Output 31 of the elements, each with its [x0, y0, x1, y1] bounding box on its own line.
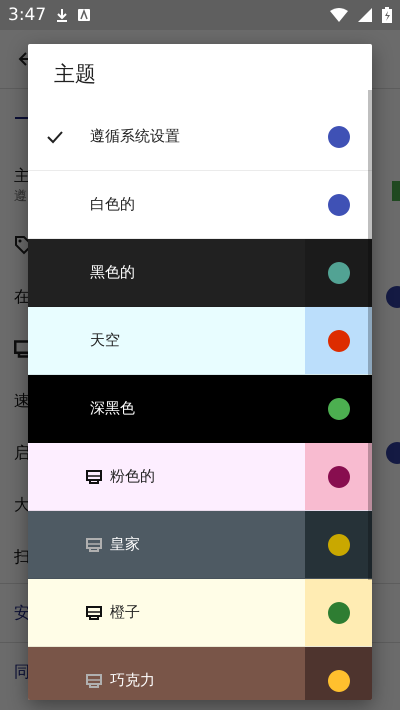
setting-title: 主: [14, 166, 30, 186]
option-label: 粉色的: [110, 467, 155, 486]
theme-option[interactable]: 白色的: [28, 171, 372, 239]
theme-option[interactable]: 天空: [28, 307, 372, 375]
theme-option[interactable]: 皇家: [28, 511, 372, 579]
option-label: 白色的: [90, 195, 135, 214]
dialog-title: 主题: [53, 60, 97, 88]
battery-icon: [382, 7, 392, 23]
theme-option[interactable]: 深黑色: [28, 375, 372, 443]
section-header: 安: [14, 602, 30, 624]
theme-option[interactable]: 橙子: [28, 579, 372, 647]
download-icon: [56, 8, 68, 22]
theme-option[interactable]: 粉色的: [28, 443, 372, 511]
wifi-icon: [330, 8, 348, 22]
option-label: 巧克力: [110, 671, 155, 690]
option-label: 橙子: [110, 603, 140, 622]
option-label: 遵循系统设置: [90, 127, 180, 146]
setting-title: 大: [14, 494, 30, 516]
status-time: 3:47: [8, 5, 46, 25]
option-label: 皇家: [110, 535, 140, 554]
option-label: 黑色的: [90, 263, 135, 282]
setting-title: 在: [14, 286, 30, 308]
theme-option[interactable]: 遵循系统设置: [28, 103, 372, 171]
option-label: 天空: [90, 331, 120, 350]
notification-icon: [78, 9, 90, 21]
setting-subtitle: 遵: [14, 188, 27, 204]
signal-icon: [358, 8, 372, 22]
setting-title: 速: [14, 390, 30, 412]
option-label: 深黑色: [90, 399, 135, 418]
theme-option[interactable]: 巧克力: [28, 647, 372, 700]
theme-option[interactable]: 黑色的: [28, 239, 372, 307]
